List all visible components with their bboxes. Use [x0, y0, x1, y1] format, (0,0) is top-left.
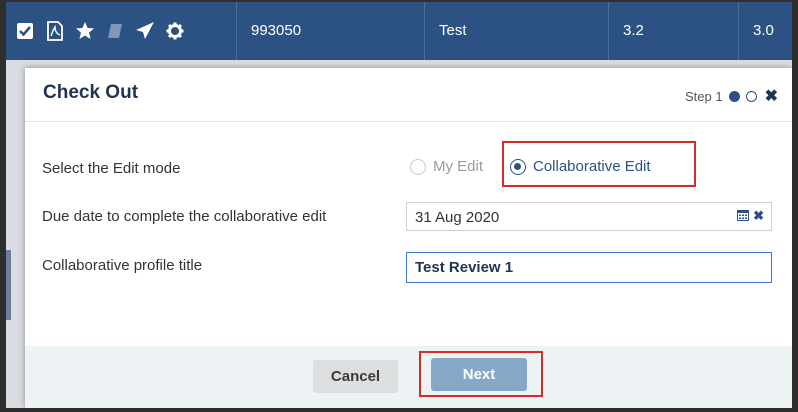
step-dot-active [728, 90, 740, 102]
profile-title-label: Collaborative profile title [42, 257, 203, 274]
dialog-footer: Cancel Next [25, 346, 792, 408]
cell-id: 993050 [236, 2, 424, 60]
radio-my-edit-label: My Edit [433, 158, 484, 175]
due-date-value: 31 Aug 2020 [415, 209, 500, 226]
pdf-icon[interactable] [44, 20, 66, 42]
highlight-box-collaborative [502, 141, 696, 187]
cell-name: Test [424, 2, 608, 60]
check-out-dialog: Check Out Step 1 ✖ Select the Edit mode … [25, 68, 792, 408]
cancel-button[interactable]: Cancel [313, 360, 398, 393]
gear-icon[interactable] [164, 20, 186, 42]
calendar-icon[interactable] [737, 209, 749, 224]
radio-circle-unselected[interactable] [410, 158, 426, 175]
book-icon[interactable] [104, 20, 126, 42]
clear-date-icon[interactable]: ✖ [753, 208, 764, 224]
radio-my-edit[interactable]: My Edit [410, 158, 483, 175]
due-date-label: Due date to complete the collaborative e… [42, 208, 327, 225]
due-date-field[interactable]: 31 Aug 2020 ✖ [406, 202, 772, 231]
row-action-icons [14, 2, 234, 60]
paper-plane-icon[interactable] [134, 20, 156, 42]
background-edge [6, 250, 11, 320]
dialog-header: Check Out Step 1 ✖ [25, 68, 792, 122]
edit-mode-label: Select the Edit mode [42, 160, 181, 177]
step-label: Step 1 [685, 88, 723, 104]
checkbox-icon[interactable] [14, 20, 36, 42]
step-indicator: Step 1 ✖ [685, 86, 778, 106]
background-table-row: 993050 Test 3.2 3.0 [6, 2, 792, 60]
highlight-box-next [419, 351, 543, 397]
cell-version: 3.2 [608, 2, 738, 60]
profile-title-input[interactable] [406, 252, 772, 283]
star-icon[interactable] [74, 20, 96, 42]
dialog-title: Check Out [43, 82, 139, 103]
step-dot-inactive [745, 90, 757, 102]
cell-version-2: 3.0 [738, 2, 792, 60]
close-icon[interactable]: ✖ [765, 86, 778, 106]
